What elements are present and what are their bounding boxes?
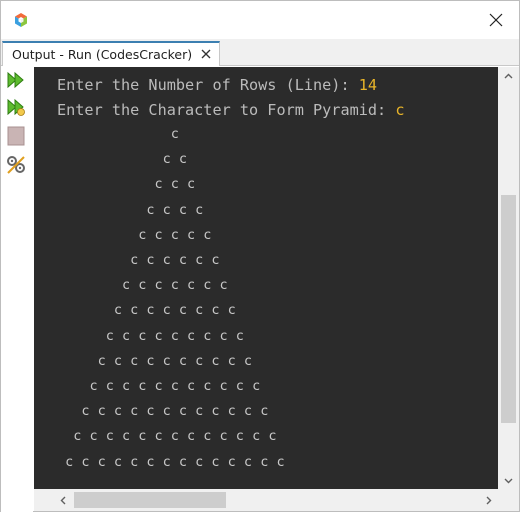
pyramid-row: c c c c c c <box>57 252 220 268</box>
close-icon <box>489 13 503 27</box>
scroll-up-button[interactable] <box>498 67 519 84</box>
arrow-left-icon <box>60 496 65 504</box>
title-bar <box>1 1 519 39</box>
pyramid-row: c c c c c c c c c c <box>57 352 253 369</box>
tab-output-run[interactable]: Output - Run (CodesCracker) <box>2 41 220 66</box>
pyramid-row: c c c c c c c c c <box>57 327 244 344</box>
close-icon <box>201 49 211 59</box>
char-input-value: c <box>395 101 405 119</box>
scrollbar-corner <box>498 489 519 511</box>
stop-button[interactable] <box>5 125 27 147</box>
scroll-left-button[interactable] <box>54 489 71 511</box>
pyramid-row: c c c c c c c c c c c c c <box>57 428 277 445</box>
scroll-down-button[interactable] <box>498 472 519 489</box>
settings-button[interactable] <box>5 154 27 176</box>
stop-icon <box>7 126 25 146</box>
pyramid-row: c c c c c c c c c c c c c c <box>57 453 285 470</box>
output-toolbar <box>1 67 33 512</box>
vertical-scrollbar[interactable] <box>498 67 519 489</box>
tab-strip: Output - Run (CodesCracker) <box>1 39 519 66</box>
horizontal-scrollbar[interactable] <box>34 489 498 511</box>
tab-close-button[interactable] <box>200 48 212 60</box>
pyramid-row: c c c c c c c c <box>57 302 236 319</box>
horizontal-scroll-thumb[interactable] <box>74 492 226 508</box>
pyramid-row: c c c c c c c <box>57 277 228 294</box>
pyramid-row: c c c <box>57 176 196 193</box>
pyramid-row: c c c c c c c c c c c c <box>57 403 269 420</box>
rerun-with-options-icon <box>7 98 25 116</box>
rerun-with-options-button[interactable] <box>5 96 27 118</box>
vertical-scroll-thumb[interactable] <box>501 195 516 423</box>
arrow-down-icon <box>504 478 513 483</box>
pyramid-row: c c c c c <box>57 226 212 243</box>
cube-logo-icon <box>13 12 29 28</box>
pyramid-row: c <box>57 126 179 142</box>
output-console[interactable]: Enter the Number of Rows (Line): 14 Ente… <box>34 67 498 489</box>
rows-prompt-line: Enter the Number of Rows (Line): 14 <box>57 76 377 94</box>
pyramid-row: c c <box>57 151 188 168</box>
arrow-right-icon <box>486 496 491 504</box>
char-prompt-text: Enter the Character to Form Pyramid: <box>57 101 396 119</box>
settings-icon <box>7 156 25 174</box>
scroll-right-button[interactable] <box>480 489 497 511</box>
window-close-button[interactable] <box>473 1 519 39</box>
pyramid-row: c c c c <box>57 201 204 218</box>
char-prompt-line: Enter the Character to Form Pyramid: c <box>57 101 404 119</box>
tab-label: Output - Run (CodesCracker) <box>12 47 193 62</box>
rerun-button[interactable] <box>5 69 27 91</box>
arrow-up-icon <box>504 73 513 78</box>
app-window: Output - Run (CodesCracker) Enter the Nu… <box>0 0 520 512</box>
pyramid-row: c c c c c c c c c c c <box>57 378 261 394</box>
rerun-icon <box>7 71 24 89</box>
rows-prompt-text: Enter the Number of Rows (Line): <box>57 76 359 94</box>
rows-input-value: 14 <box>358 76 378 94</box>
